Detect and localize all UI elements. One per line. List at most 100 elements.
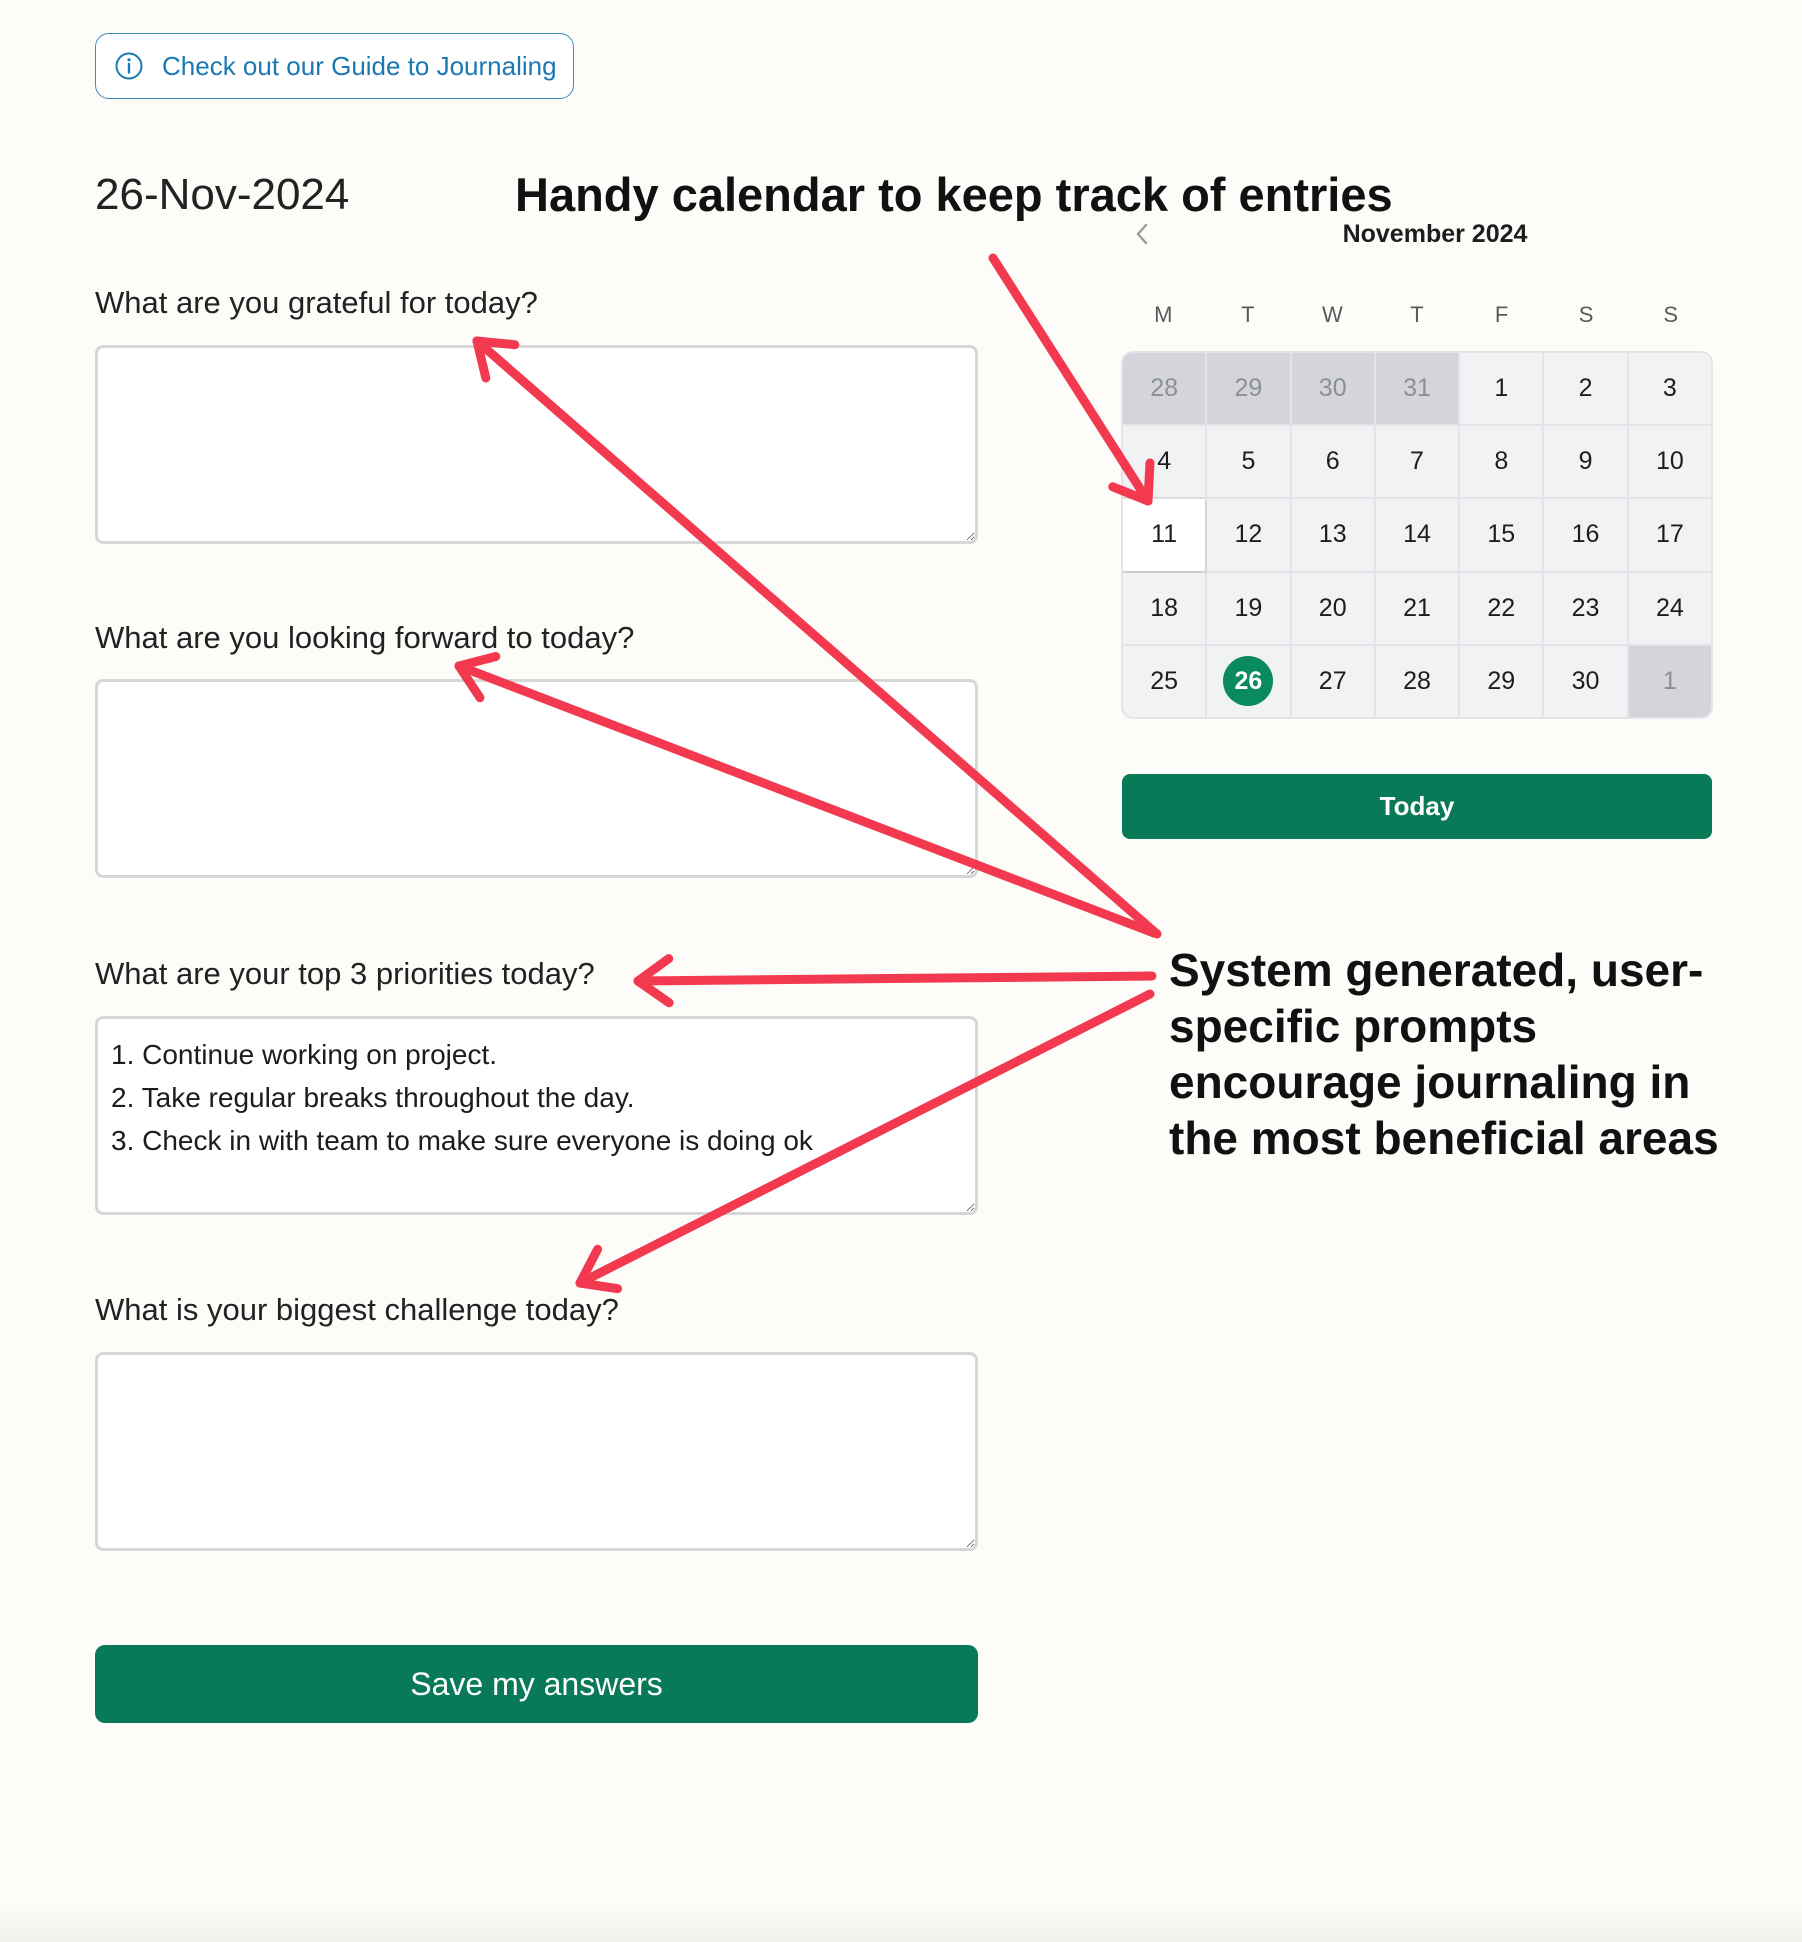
calendar-month-title: November 2024 [1342,220,1528,248]
calendar-day-number: 12 [1234,520,1263,549]
answer-looking-forward[interactable] [95,679,978,878]
calendar-day-number: 22 [1487,593,1516,622]
prompts-annotation: System generated, user- specific prompts… [1169,942,1789,1166]
chevron-left-icon[interactable] [1127,217,1157,251]
prompts-annotation-line: the most beneficial areas [1169,1112,1719,1164]
weekday-label: M [1154,302,1173,327]
save-answers-button[interactable]: Save my answers [95,1645,978,1723]
calendar-day[interactable]: 8 [1460,426,1543,498]
calendar-day[interactable]: 28 [1375,645,1459,717]
answer-grateful[interactable] [95,345,978,544]
weekday-label: S [1663,302,1679,327]
calendar-day[interactable]: 13 [1291,499,1374,571]
today-button[interactable]: Today [1122,774,1712,839]
calendar-day[interactable]: 25 [1123,645,1206,717]
calendar-day[interactable]: 2 [1544,353,1627,425]
weekday-label: W [1322,302,1343,327]
question-looking-forward: What are you looking forward to today? [95,620,635,655]
calendar-day[interactable]: 1 [1460,353,1543,425]
calendar-day-number: 30 [1571,666,1600,695]
calendar-day-number: 16 [1571,520,1600,549]
calendar-day-number: 11 [1151,520,1178,549]
calendar-day-number: 29 [1234,374,1263,403]
calendar-day-number: 15 [1487,520,1516,549]
calendar-day-grid: 28 29 30 31 1 2 3 4 5 6 7 8 9 10 11 12 13 14 15 16 17 18 19 20 2… [1121,351,1713,719]
calendar-day-number: 1 [1494,374,1509,403]
calendar-day-number: 1 [1662,666,1677,695]
calendar-day[interactable]: 16 [1544,499,1627,571]
calendar-day[interactable]: 17 [1628,499,1711,571]
calendar-day-number: 26 [1223,656,1274,707]
question-challenge: What is your biggest challenge today? [95,1292,619,1327]
calendar-day[interactable]: 30 [1544,645,1627,717]
calendar-day[interactable]: 12 [1207,499,1290,571]
calendar-day[interactable]: 7 [1375,426,1459,498]
calendar-day[interactable]: 5 [1207,426,1290,498]
prompts-annotation-line: System generated, user- [1169,944,1704,996]
calendar-day-number: 4 [1157,447,1172,476]
calendar-day-number: 25 [1150,666,1179,695]
calendar-day[interactable]: 29 [1207,353,1290,425]
calendar-day-number: 10 [1655,447,1684,476]
calendar-day-number: 24 [1655,593,1684,622]
question-grateful: What are you grateful for today? [95,285,538,320]
calendar-day-selected[interactable]: 26 [1207,645,1290,717]
calendar-day-number: 6 [1325,447,1340,476]
calendar-day[interactable]: 11 [1123,499,1206,571]
calendar-day-number: 23 [1571,593,1600,622]
info-icon [115,52,143,80]
calendar-day-number: 3 [1662,374,1677,403]
calendar-day-number: 13 [1318,520,1347,549]
answer-priorities[interactable] [95,1016,978,1215]
prompts-annotation-line: encourage journaling in [1169,1056,1691,1108]
calendar-day[interactable]: 28 [1123,353,1206,425]
calendar-day-number: 7 [1410,447,1424,476]
calendar-day[interactable]: 10 [1628,426,1711,498]
calendar-day-number: 27 [1318,666,1347,695]
calendar-day-number: 19 [1234,593,1263,622]
calendar-day[interactable]: 29 [1460,645,1543,717]
calendar-day-number: 29 [1487,666,1516,695]
calendar-day[interactable]: 6 [1291,426,1374,498]
calendar-day[interactable]: 18 [1123,572,1206,644]
calendar-day[interactable]: 9 [1544,426,1627,498]
weekday-label: S [1578,302,1594,327]
calendar-day[interactable]: 20 [1291,572,1374,644]
guide-link-label: Check out our Guide to Journaling [162,50,557,81]
calendar-day-number: 5 [1241,447,1256,476]
calendar-day-number: 9 [1578,447,1593,476]
calendar-day[interactable]: 21 [1375,572,1459,644]
weekday-label: T [1241,302,1255,327]
calendar-day[interactable]: 24 [1628,572,1711,644]
calendar-day-number: 18 [1150,593,1179,622]
calendar-day[interactable]: 31 [1375,353,1459,425]
guide-to-journaling-link[interactable]: Check out our Guide to Journaling [95,33,574,99]
calendar-day-number: 2 [1578,374,1593,403]
calendar-day-number: 8 [1494,447,1509,476]
calendar-day[interactable]: 19 [1207,572,1290,644]
calendar-day[interactable]: 3 [1628,353,1711,425]
prompts-annotation-line: specific prompts [1169,1000,1538,1052]
calendar-day-number: 28 [1150,374,1179,403]
weekday-label: T [1410,302,1424,327]
calendar-day-number: 28 [1403,666,1431,695]
calendar-day-number: 20 [1318,593,1347,622]
calendar-day[interactable]: 14 [1375,499,1459,571]
calendar-day-number: 14 [1403,520,1431,549]
question-priorities: What are your top 3 priorities today? [95,956,595,991]
calendar-annotation: Handy calendar to keep track of entries [515,168,1393,221]
calendar-day[interactable]: 23 [1544,572,1627,644]
page-bottom-edge [0,1900,1802,1942]
calendar-day[interactable]: 15 [1460,499,1543,571]
calendar-day[interactable]: 30 [1291,353,1374,425]
answer-challenge[interactable] [95,1352,978,1551]
calendar-day-number: 31 [1403,374,1431,403]
calendar-day[interactable]: 27 [1291,645,1374,717]
arrow-to-priorities-question [633,954,1157,1008]
calendar-day-number: 21 [1403,593,1431,622]
calendar-day[interactable]: 1 [1628,645,1711,717]
calendar-day[interactable]: 4 [1123,426,1206,498]
calendar-day[interactable]: 22 [1460,572,1543,644]
calendar-weekday-header: M T W T F S S [1121,302,1713,328]
calendar-day-number: 17 [1655,520,1684,549]
